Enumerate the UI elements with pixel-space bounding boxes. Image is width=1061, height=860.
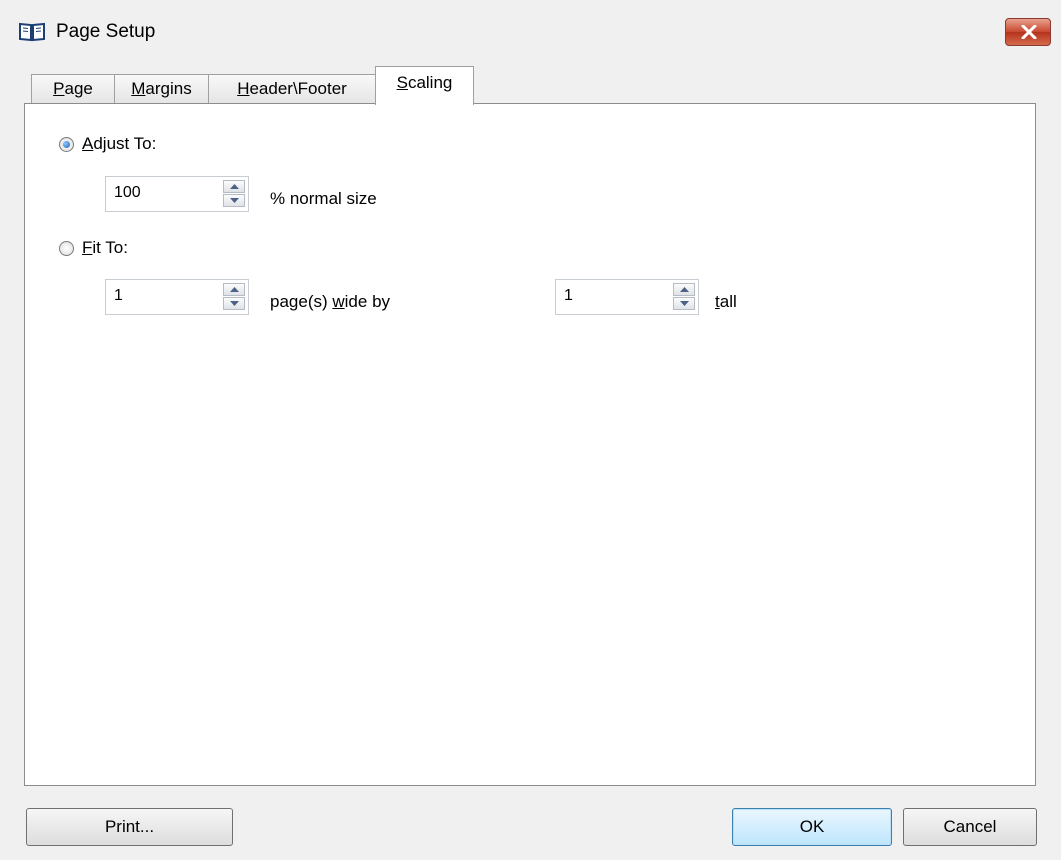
adjust-to-radio[interactable]	[59, 136, 74, 152]
pages-wide-label: page(s) wide by	[270, 292, 391, 311]
adjust-to-down-button[interactable]	[223, 194, 245, 207]
pages-wide-value[interactable]: 1	[114, 287, 123, 305]
tab-scaling-label: caling	[407, 73, 453, 92]
close-icon	[1021, 25, 1037, 39]
print-button[interactable]: Print...	[26, 808, 233, 846]
pages-tall-spin-buttons	[673, 283, 695, 311]
fit-to-radio[interactable]	[59, 240, 74, 256]
adjust-to-spin-buttons	[223, 180, 245, 208]
tab-header-footer-mnemonic: H	[237, 79, 250, 98]
ok-button[interactable]: OK	[732, 808, 892, 846]
arrow-down-icon	[680, 301, 689, 306]
tab-margins-label: argins	[145, 79, 192, 98]
pages-tall-spinner[interactable]: 1	[555, 279, 699, 315]
tab-scaling-mnemonic: S	[396, 73, 408, 92]
adjust-to-option[interactable]: Adjust To:	[59, 134, 156, 154]
pages-wide-down-button[interactable]	[223, 297, 245, 310]
arrow-down-icon	[230, 301, 239, 306]
pages-tall-down-button[interactable]	[673, 297, 695, 310]
arrow-down-icon	[230, 198, 239, 203]
arrow-up-icon	[230, 287, 239, 292]
normal-size-label: % normal size	[270, 189, 377, 208]
tab-header-footer[interactable]: Header\Footer	[208, 74, 376, 104]
adjust-to-value[interactable]: 100	[114, 184, 141, 202]
adjust-to-spinner[interactable]: 100	[105, 176, 249, 212]
pages-wide-spinner[interactable]: 1	[105, 279, 249, 315]
tab-header-footer-label: eader\Footer	[249, 79, 347, 98]
tab-page-label: age	[64, 79, 93, 98]
pages-wide-spin-buttons	[223, 283, 245, 311]
close-button[interactable]	[1005, 18, 1051, 46]
pages-tall-label: tall	[715, 292, 737, 311]
arrow-up-icon	[680, 287, 689, 292]
arrow-up-icon	[230, 184, 239, 189]
scaling-panel: Adjust To: 100 % normal size Fit To: 1 p…	[24, 103, 1036, 786]
window-title: Page Setup	[56, 21, 156, 42]
fit-to-option[interactable]: Fit To:	[59, 238, 128, 258]
tab-scaling[interactable]: Scaling	[375, 66, 474, 105]
cancel-button[interactable]: Cancel	[903, 808, 1037, 846]
pages-tall-up-button[interactable]	[673, 283, 695, 296]
tab-margins-mnemonic: M	[131, 79, 146, 98]
title-bar: Page Setup	[0, 0, 1061, 66]
adjust-to-label: Adjust To:	[82, 134, 157, 153]
pages-tall-value[interactable]: 1	[564, 287, 573, 305]
adjust-to-up-button[interactable]	[223, 180, 245, 193]
tab-page-mnemonic: P	[53, 79, 65, 98]
tab-page[interactable]: Page	[31, 74, 115, 104]
tab-margins[interactable]: Margins	[114, 74, 209, 104]
fit-to-label: Fit To:	[82, 238, 128, 257]
book-icon	[18, 22, 46, 42]
pages-wide-up-button[interactable]	[223, 283, 245, 296]
